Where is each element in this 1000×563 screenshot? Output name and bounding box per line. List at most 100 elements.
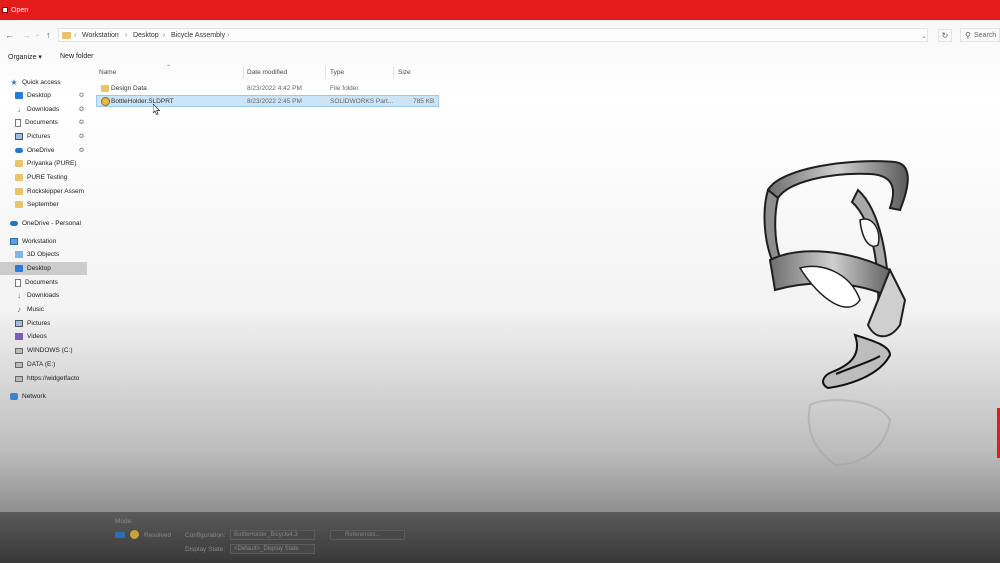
column-divider[interactable] <box>393 66 394 79</box>
sidebar-item-september[interactable]: September <box>15 198 90 211</box>
recent-dropdown-icon[interactable]: ⌄ <box>35 30 40 40</box>
sidebar-item-windows-c[interactable]: WINDOWS (C:) <box>15 344 90 357</box>
sort-ascending-icon: ⌃ <box>166 65 172 71</box>
column-divider[interactable] <box>325 66 326 79</box>
file-list: ⌃ Name Date modified Type Size Design Da… <box>96 65 441 110</box>
breadcrumb[interactable]: › Workstation › Desktop › Bicycle Assemb… <box>58 28 928 42</box>
sidebar-item-label: Rockskipper Assem <box>27 188 85 195</box>
organize-button[interactable]: Organize ▾ <box>8 53 42 61</box>
mode-icon[interactable] <box>115 532 125 538</box>
pin-icon[interactable]: ✪ <box>79 92 84 99</box>
breadcrumb-bicycle-assembly[interactable]: Bicycle Assembly <box>171 32 225 39</box>
sidebar-item-label: Pictures <box>27 320 51 327</box>
folder-icon <box>15 188 23 195</box>
chevron-down-icon: ▾ <box>38 54 42 61</box>
drive-icon <box>15 361 23 368</box>
sidebar-item-label: September <box>27 201 59 208</box>
folder-icon <box>101 85 109 92</box>
chevron-right-icon[interactable]: › <box>163 32 165 39</box>
pin-icon[interactable]: ✪ <box>79 133 84 140</box>
pin-icon[interactable]: ✪ <box>79 147 84 154</box>
mouse-cursor-icon <box>153 104 160 115</box>
display-state-select[interactable]: <Default>_Display State <box>230 544 315 554</box>
address-bar: ← → ⌄ ↑ › Workstation › Desktop › Bicycl… <box>0 25 1000 45</box>
sidebar-item-workstation[interactable]: Workstation <box>10 235 90 248</box>
forward-arrow-icon[interactable]: → <box>22 30 31 40</box>
desktop-icon <box>15 265 23 272</box>
search-icon: ⚲ <box>965 31 971 40</box>
file-row-design-data[interactable]: Design Data 8/23/2022 4:42 PM File folde… <box>96 83 439 95</box>
file-type: File folder <box>330 85 359 92</box>
cloud-icon <box>10 221 18 226</box>
configuration-select[interactable]: BottleHolder_Bicycle4.3 <box>230 530 315 540</box>
sidebar-item-documents[interactable]: Documents <box>15 276 90 289</box>
references-label: References... <box>345 532 381 538</box>
configuration-label: Configuration: <box>185 532 226 539</box>
file-name: Design Data <box>111 85 147 92</box>
network-icon <box>10 393 18 400</box>
sidebar-item-network-drive[interactable]: https://widgetfacto <box>15 372 90 385</box>
column-divider[interactable] <box>243 66 244 79</box>
pin-icon[interactable]: ✪ <box>79 119 84 126</box>
back-arrow-icon[interactable]: ← <box>5 30 14 40</box>
sidebar-item-label: Quick access <box>22 79 61 86</box>
sidebar-item-quick-access[interactable]: ★ Quick access <box>10 76 90 89</box>
sidebar-item-3d-objects[interactable]: 3D Objects <box>15 248 90 261</box>
file-date: 8/23/2022 2:45 PM <box>247 98 302 105</box>
sidebar-item-documents[interactable]: Documents ✪ <box>15 116 90 129</box>
sidebar-item-onedrive-personal[interactable]: OneDrive - Personal <box>10 217 90 230</box>
resolved-mode-icon[interactable] <box>130 530 139 539</box>
sidebar-item-downloads[interactable]: ↓ Downloads ✪ <box>15 103 90 116</box>
part-preview-image <box>763 160 909 467</box>
up-arrow-icon[interactable]: ↑ <box>46 30 51 40</box>
chevron-down-icon[interactable]: ⌄ <box>921 32 927 40</box>
sidebar-item-desktop[interactable]: Desktop ✪ <box>15 89 90 102</box>
network-drive-icon <box>15 375 23 382</box>
column-header-size[interactable]: Size <box>398 69 411 76</box>
sidebar-item-music[interactable]: ♪ Music <box>15 303 90 316</box>
file-name: BottleHolder.SLDPRT <box>111 98 174 105</box>
sidebar-item-label: Workstation <box>22 238 57 245</box>
breadcrumb-desktop[interactable]: Desktop <box>133 32 159 39</box>
window-title: Open <box>11 7 29 14</box>
breadcrumb-workstation[interactable]: Workstation <box>82 32 119 39</box>
sidebar-item-rockskipper-assem[interactable]: Rockskipper Assem <box>15 185 90 198</box>
column-header-name[interactable]: Name <box>99 69 116 76</box>
sidebar-item-pictures[interactable]: Pictures <box>15 317 90 330</box>
drive-icon <box>15 347 23 354</box>
download-icon: ↓ <box>17 290 21 300</box>
sidebar-item-onedrive[interactable]: OneDrive ✪ <box>15 144 90 157</box>
pin-icon[interactable]: ✪ <box>79 106 84 113</box>
file-date: 8/23/2022 4:42 PM <box>247 85 302 92</box>
sidebar-item-label: PURE Testing <box>27 174 68 181</box>
new-folder-button[interactable]: New folder <box>60 53 93 60</box>
references-button[interactable]: References... <box>330 530 405 540</box>
sidebar-item-videos[interactable]: Videos <box>15 330 90 343</box>
3d-objects-icon <box>15 251 23 258</box>
sidebar-item-pictures[interactable]: Pictures ✪ <box>15 130 90 143</box>
sidebar-item-network[interactable]: Network <box>10 390 90 403</box>
sidebar-item-label: DATA (E:) <box>27 361 56 368</box>
sidebar-item-priyanka-pure[interactable]: Priyanka (PURE) <box>15 157 90 170</box>
sidebar-item-downloads[interactable]: ↓ Downloads <box>15 289 90 302</box>
file-type: SOLIDWORKS Part... <box>330 98 394 105</box>
chevron-right-icon[interactable]: › <box>125 32 127 39</box>
sidebar-item-label: OneDrive <box>27 147 55 154</box>
sidebar-item-desktop-selected[interactable]: Desktop <box>0 262 87 275</box>
column-header-type[interactable]: Type <box>330 69 344 76</box>
search-input[interactable]: ⚲ Search <box>960 28 1000 42</box>
file-row-bottleholder[interactable]: BottleHolder.SLDPRT 8/23/2022 2:45 PM SO… <box>96 95 439 107</box>
sidebar-item-label: Priyanka (PURE) <box>27 160 77 167</box>
column-header-date-modified[interactable]: Date modified <box>247 69 287 76</box>
document-icon <box>15 278 21 287</box>
sidebar-item-label: https://widgetfacto <box>27 375 80 382</box>
sidebar-item-pure-testing[interactable]: PURE Testing <box>15 171 90 184</box>
refresh-button[interactable]: ↻ <box>938 29 952 42</box>
title-bar: Open <box>0 0 1000 20</box>
chevron-right-icon[interactable]: › <box>227 32 229 39</box>
folder-icon <box>15 160 23 167</box>
file-size: 785 KB <box>413 98 435 105</box>
sidebar-item-label: Network <box>22 393 46 400</box>
sidebar-item-data-e[interactable]: DATA (E:) <box>15 358 90 371</box>
sidebar-item-label: Documents <box>25 119 58 126</box>
